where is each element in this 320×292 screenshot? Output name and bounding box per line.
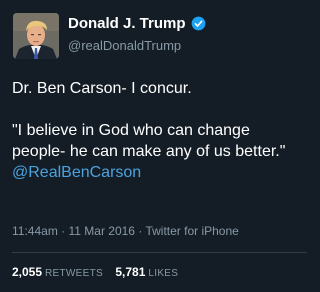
retweets-count: 2,055 [12,265,43,279]
profile-photo-icon [13,13,59,59]
meta-separator: · [134,224,146,238]
meta-separator: · [57,224,69,238]
display-name[interactable]: Donald J. Trump [68,15,186,32]
divider [12,252,307,253]
tweet-text-line: Dr. Ben Carson- I concur. [12,80,192,97]
tweet-meta: 11:44am · 11 Mar 2016 · Twitter for iPho… [12,224,239,238]
user-handle[interactable]: @realDonaldTrump [68,38,181,53]
tweet-stats: 2,055 RETWEETS 5,781 LIKES [12,265,178,279]
tweet-source[interactable]: Twitter for iPhone [145,224,238,238]
verified-badge-icon [191,16,206,31]
avatar[interactable] [13,13,59,59]
author-name-row[interactable]: Donald J. Trump [68,15,206,32]
tweet-card: Donald J. Trump @realDonaldTrump Dr. Ben… [0,0,307,292]
tweet-text: Dr. Ben Carson- I concur. "I believe in … [12,78,302,183]
tweet-time[interactable]: 11:44am [12,224,58,238]
likes-count: 5,781 [115,265,146,279]
likes-stat[interactable]: 5,781 LIKES [115,265,178,279]
retweets-stat[interactable]: 2,055 RETWEETS [12,265,103,279]
mention-link[interactable]: @RealBenCarson [12,162,302,183]
tweet-quote: "I believe in God who can change people-… [12,122,286,160]
likes-label: LIKES [148,268,179,279]
tweet-date[interactable]: 11 Mar 2016 [68,224,135,238]
retweets-label: RETWEETS [45,268,103,279]
